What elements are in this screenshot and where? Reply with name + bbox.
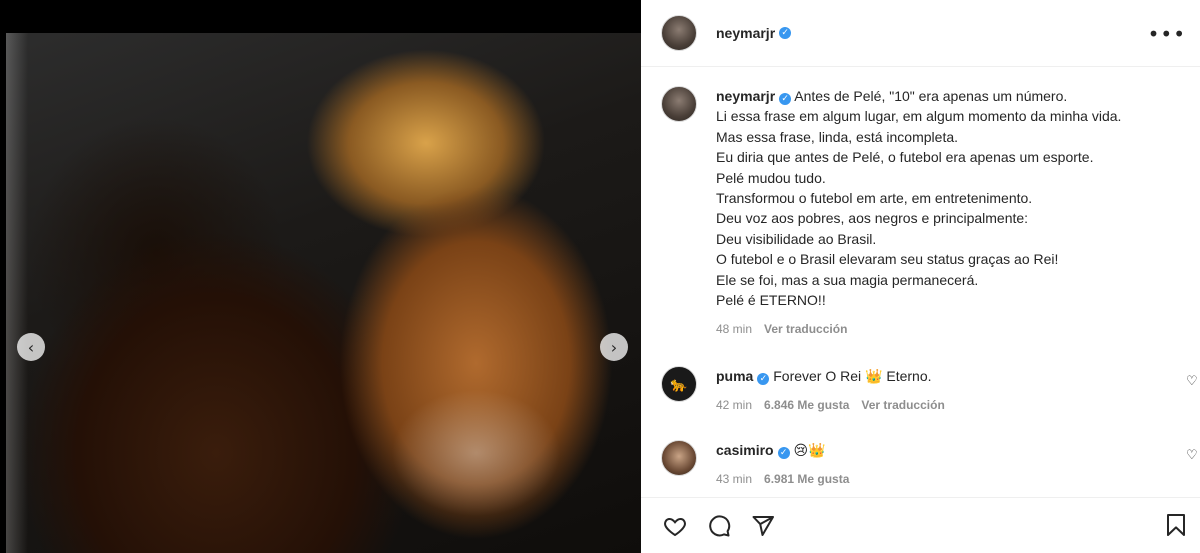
- comment-item: casimiro ✓ 😢👑 43 min 6.981 Me gusta ♡: [661, 440, 1200, 489]
- like-button[interactable]: [661, 512, 689, 540]
- heart-icon: [664, 517, 686, 536]
- caption-line: Transformou o futebol em arte, em entret…: [716, 190, 1033, 207]
- carousel-prev-button[interactable]: ‹: [17, 333, 45, 361]
- comment-body: casimiro ✓ 😢👑 43 min 6.981 Me gusta: [716, 440, 849, 489]
- verified-badge-icon: ✓: [777, 447, 790, 459]
- puma-logo-icon: 🐆: [670, 375, 688, 392]
- translate-link[interactable]: Ver traducción: [861, 395, 944, 415]
- save-button[interactable]: [1162, 511, 1190, 539]
- avatar[interactable]: [661, 440, 697, 476]
- caption-line: Pelé é ETERNO!!: [716, 292, 826, 309]
- post-header: neymarjr ✓ •••: [641, 0, 1200, 67]
- comment-text: Forever O Rei 👑 Eterno.: [773, 368, 932, 384]
- post-photo: [6, 33, 641, 553]
- caption-line: Li essa frase em algum lugar, em algum m…: [716, 108, 1122, 125]
- translate-link[interactable]: Ver traducción: [764, 319, 847, 339]
- bookmark-icon: [1167, 514, 1185, 536]
- comment-icon: [709, 514, 731, 536]
- post-media-panel: ‹ ›: [0, 0, 641, 553]
- caption-meta: 48 min Ver traducción: [716, 319, 1121, 339]
- caption-text: neymarjr ✓ Antes de Pelé, "10" era apenas…: [716, 86, 1121, 340]
- comment-like-heart-icon[interactable]: ♡: [1186, 448, 1200, 463]
- more-horizontal-icon[interactable]: •••: [1148, 22, 1186, 46]
- comment-body: puma ✓ Forever O Rei 👑 Eterno. 42 min 6.8…: [716, 366, 945, 415]
- post-side-panel: neymarjr ✓ ••• neymarjr ✓ Antes de Pelé, …: [641, 0, 1200, 553]
- comment-likes[interactable]: 6.846 Me gusta: [764, 395, 849, 415]
- caption-line: Deu voz aos pobres, aos negros e princip…: [716, 210, 1029, 227]
- comment-meta: 42 min 6.846 Me gusta Ver traducción: [716, 395, 945, 415]
- comment-item: 🐆 puma ✓ Forever O Rei 👑 Eterno. 42 min 6…: [661, 366, 1200, 415]
- caption-username[interactable]: neymarjr: [716, 88, 775, 104]
- avatar[interactable]: [661, 86, 697, 122]
- comment-likes[interactable]: 6.981 Me gusta: [764, 469, 849, 489]
- comment-username[interactable]: puma: [716, 368, 753, 384]
- caption-line: Eu diria que antes de Pelé, o futebol er…: [716, 149, 1094, 166]
- comment-meta: 43 min 6.981 Me gusta: [716, 469, 849, 489]
- verified-badge-icon: ✓: [779, 93, 792, 105]
- caption-line: Deu visibilidade ao Brasil.: [716, 230, 877, 247]
- caption-line: O futebol e o Brasil elevaram seu status…: [716, 251, 1059, 268]
- comment-timestamp: 42 min: [716, 398, 753, 412]
- comment-text: 😢👑: [793, 442, 826, 458]
- header-username-block: neymarjr ✓: [716, 25, 792, 41]
- photo-edge-highlight: [6, 33, 28, 553]
- post-caption: neymarjr ✓ Antes de Pelé, "10" era apenas…: [661, 86, 1186, 340]
- comment-username[interactable]: casimiro: [716, 442, 774, 458]
- caption-line: Antes de Pelé, "10" era apenas um número…: [794, 88, 1068, 104]
- verified-badge-icon: ✓: [779, 27, 792, 39]
- comment-like-heart-icon[interactable]: ♡: [1186, 374, 1200, 389]
- caption-line: Pelé mudou tudo.: [716, 169, 826, 186]
- post-actions-bar: [641, 497, 1200, 553]
- header-username[interactable]: neymarjr: [716, 25, 775, 41]
- chevron-left-icon: ‹: [27, 337, 35, 357]
- comment-timestamp: 43 min: [716, 472, 753, 486]
- caption-line: Ele se foi, mas a sua magia permanecerá.: [716, 271, 979, 288]
- chevron-right-icon: ›: [610, 337, 618, 357]
- comment-button[interactable]: [705, 512, 733, 540]
- avatar[interactable]: [661, 15, 697, 51]
- verified-badge-icon: ✓: [757, 373, 770, 385]
- caption-line: Mas essa frase, linda, está incompleta.: [716, 128, 959, 145]
- share-button[interactable]: [749, 512, 777, 540]
- paper-plane-icon: [752, 515, 774, 536]
- caption-timestamp: 48 min: [716, 322, 753, 337]
- avatar[interactable]: 🐆: [661, 366, 697, 402]
- carousel-next-button[interactable]: ›: [600, 333, 628, 361]
